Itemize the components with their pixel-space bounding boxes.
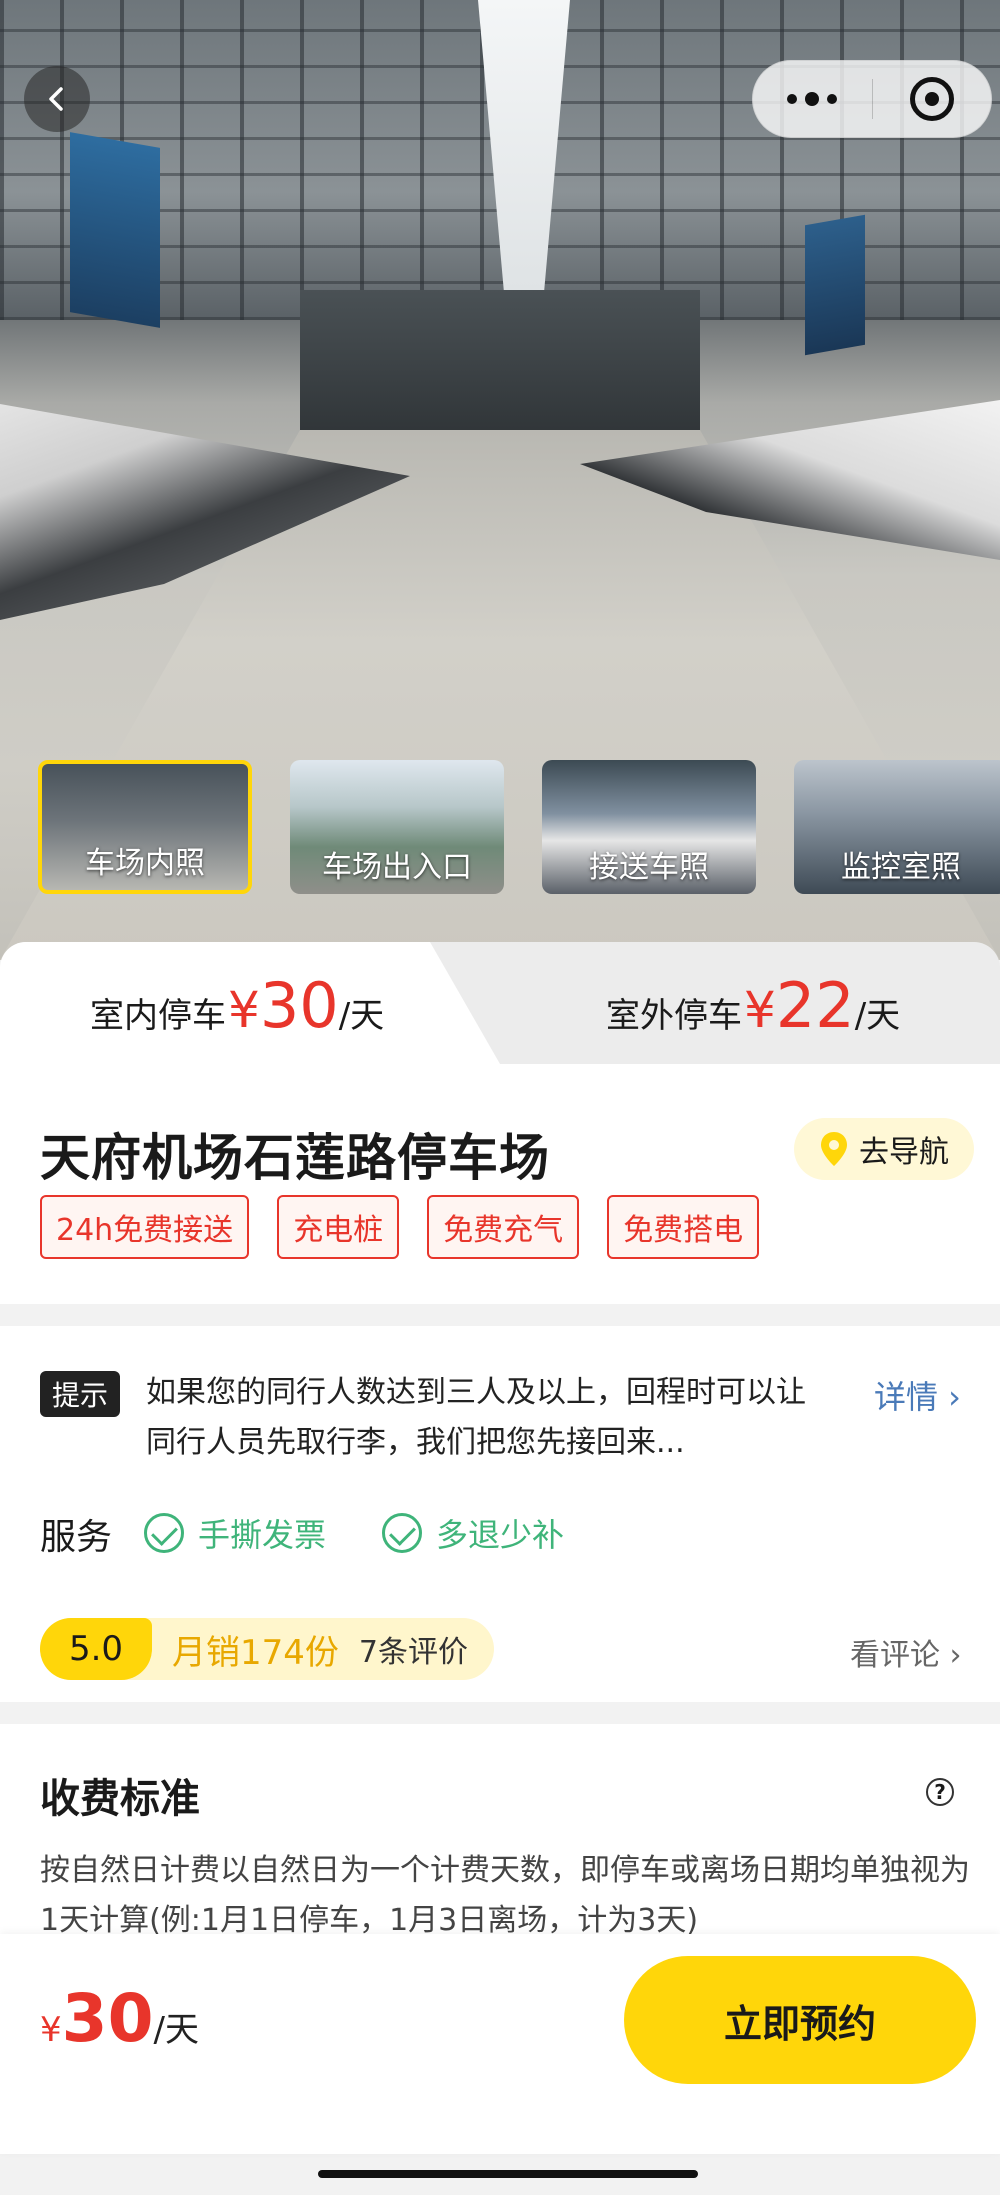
price-amount: 30	[61, 1980, 154, 2057]
review-count: 7条评价	[358, 1635, 468, 1670]
currency-symbol: ¥	[744, 981, 776, 1039]
fee-description: 按自然日计费以自然日为一个计费天数，即停车或离场日期均单独视为1天计算(例:1月…	[40, 1853, 970, 1938]
tab-label: 室内停车	[90, 996, 226, 1036]
question-icon[interactable]: ?	[926, 1778, 954, 1806]
close-miniprogram-button[interactable]	[872, 61, 991, 137]
rating-score: 5.0	[40, 1618, 152, 1680]
thumbnail-shuttle[interactable]: 接送车照	[542, 760, 756, 894]
chevron-left-icon	[49, 87, 63, 111]
service-item-label: 多退少补	[436, 1516, 565, 1554]
thumbnail-label: 监控室照	[841, 850, 961, 885]
price-unit: /天	[854, 996, 901, 1036]
home-indicator	[318, 2170, 698, 2178]
thumbnail-monitor-room[interactable]: 监控室照	[794, 760, 1000, 894]
lot-info-card: 天府机场石莲路停车场	[0, 1064, 1000, 1304]
rating-bar: 5.0 月销174份 7条评价	[40, 1618, 494, 1680]
thumbnail-entrance[interactable]: 车场出入口	[290, 760, 504, 894]
back-button[interactable]	[24, 66, 90, 132]
feature-tag: 免费充气	[427, 1195, 580, 1259]
feature-tag: 免费搭电	[607, 1195, 760, 1259]
dot-icon	[827, 94, 838, 104]
price-amount: 30	[259, 969, 339, 1042]
thumbnail-indoor[interactable]: 车场内照	[38, 760, 252, 894]
monthly-sales: 月销174份	[172, 1632, 339, 1673]
thumbnail-label: 接送车照	[589, 850, 709, 885]
tip-badge: 提示	[40, 1371, 121, 1417]
price-tabs: 室内停车 ¥ 30 /天 室外停车 ¥ 22 /天	[0, 942, 1000, 1064]
service-item-label: 手撕发票	[198, 1516, 327, 1554]
check-circle-icon	[144, 1513, 184, 1553]
back-wall	[300, 290, 700, 440]
more-options-button[interactable]	[753, 61, 872, 137]
tab-outdoor[interactable]: 室外停车 ¥ 22 /天	[606, 942, 900, 1064]
book-now-button[interactable]: 立即预约	[624, 1956, 976, 2084]
service-item: 多退少补	[382, 1510, 564, 1556]
wall-banner-left	[70, 132, 160, 328]
navigate-button[interactable]: 去导航	[794, 1118, 974, 1180]
navigate-label: 去导航	[859, 1135, 949, 1170]
tab-indoor[interactable]: 室内停车 ¥ 30 /天	[90, 942, 384, 1064]
feature-tags: 24h免费接送 充电桩 免费充气 免费搭电	[40, 1195, 760, 1259]
feature-tag: 充电桩	[277, 1195, 400, 1259]
currency-symbol: ¥	[40, 2010, 62, 2050]
price-unit: /天	[338, 996, 385, 1036]
miniprogram-capsule	[752, 60, 992, 138]
thumbnail-label: 车场内照	[85, 846, 205, 881]
currency-symbol: ¥	[228, 981, 260, 1039]
tab-label: 室外停车	[606, 996, 742, 1036]
dot-icon	[787, 94, 798, 104]
dot-icon	[805, 92, 820, 106]
lot-name: 天府机场石莲路停车场	[40, 1129, 550, 1187]
tip-text: 如果您的同行人数达到三人及以上，回程时可以让同行人员先取行李，我们把您先接回来.…	[146, 1375, 806, 1460]
location-pin-icon	[821, 1132, 847, 1166]
service-label: 服务	[40, 1517, 113, 1558]
fee-title: 收费标准	[40, 1776, 200, 1822]
see-reviews-link[interactable]: 看评论 ›	[850, 1630, 962, 1674]
price-unit: /天	[153, 2010, 199, 2050]
service-item: 手撕发票	[144, 1510, 326, 1556]
detail-link[interactable]: 详情 ›	[874, 1372, 961, 1418]
price-amount: 22	[775, 969, 855, 1042]
bottom-price: ¥ 30 /天	[40, 1980, 199, 2057]
gallery-thumbnails: 车场内照 车场出入口 接送车照 监控室照	[38, 760, 1000, 894]
check-circle-icon	[382, 1513, 422, 1553]
target-icon	[909, 77, 954, 121]
feature-tag: 24h免费接送	[40, 1195, 250, 1259]
wall-banner-right	[805, 214, 865, 356]
thumbnail-label: 车场出入口	[322, 850, 472, 885]
